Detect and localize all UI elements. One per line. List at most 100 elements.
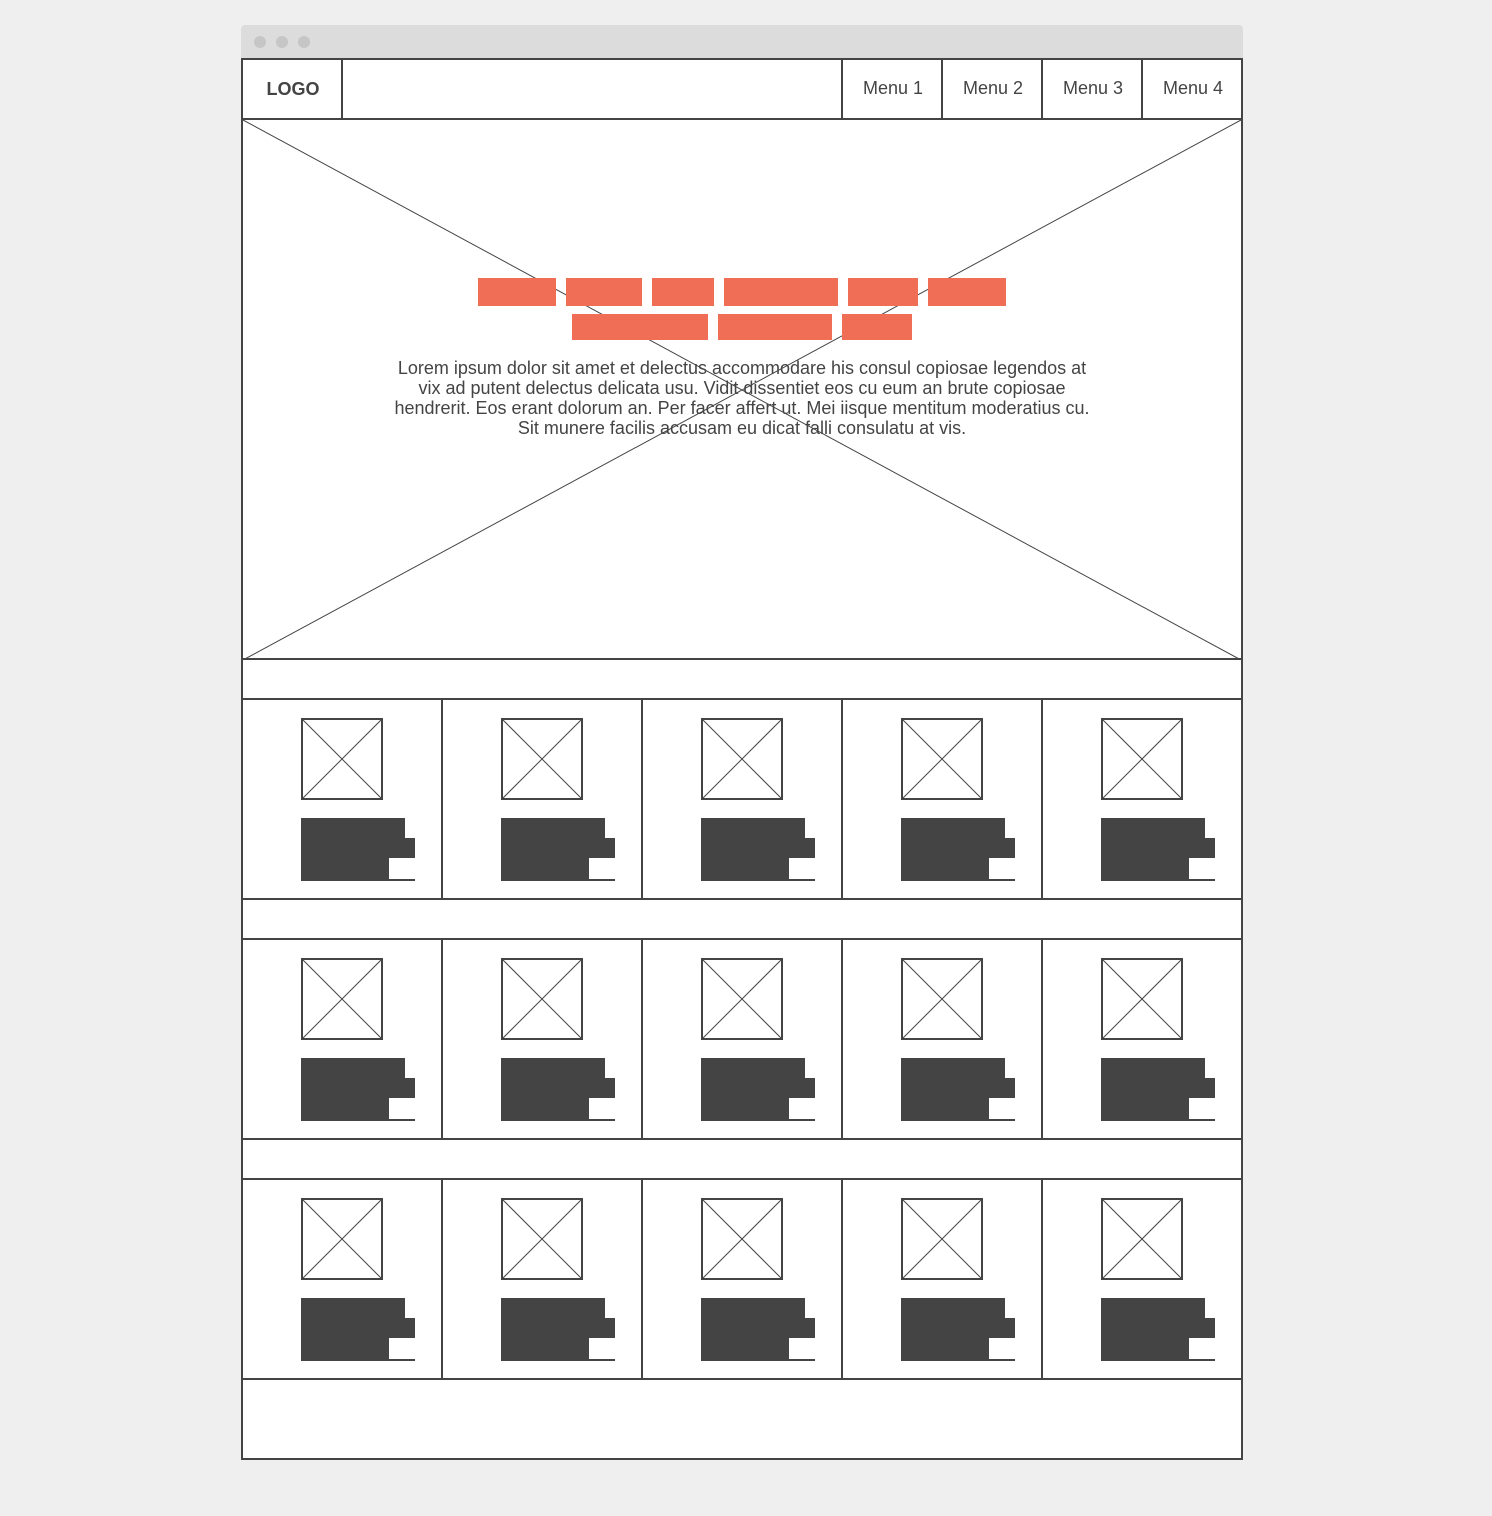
card-underline (701, 1359, 815, 1361)
grid-row-divider (243, 1378, 1241, 1380)
image-placeholder-icon (701, 1198, 783, 1280)
card-divider (441, 700, 443, 898)
product-card[interactable] (243, 940, 443, 1138)
card-text-placeholder (501, 1318, 615, 1338)
card-text-placeholder (701, 1058, 805, 1078)
image-placeholder-icon (301, 718, 383, 800)
card-text-placeholder (901, 1058, 1005, 1078)
card-underline (1101, 1359, 1215, 1361)
card-underline (501, 1359, 615, 1361)
card-text-placeholder (501, 1078, 615, 1098)
card-text-placeholder (501, 1338, 589, 1360)
card-text-placeholder (501, 1098, 589, 1120)
headline-word (718, 314, 832, 340)
card-text-placeholder (301, 1318, 415, 1338)
nav-menu-4[interactable]: Menu 4 (1143, 60, 1243, 118)
card-underline (301, 1359, 415, 1361)
card-divider (641, 700, 643, 898)
card-text-placeholder (1101, 858, 1189, 880)
nav-menu-2[interactable]: Menu 2 (943, 60, 1043, 118)
logo[interactable]: LOGO (243, 60, 343, 118)
product-card[interactable] (843, 940, 1043, 1138)
card-text-placeholder (301, 1098, 389, 1120)
card-text-placeholder (1101, 1078, 1215, 1098)
image-placeholder-icon (701, 718, 783, 800)
product-card[interactable] (643, 700, 843, 898)
card-underline (701, 879, 815, 881)
image-placeholder-icon (701, 958, 783, 1040)
image-placeholder-icon (501, 1198, 583, 1280)
product-card[interactable] (643, 1180, 843, 1378)
headline-word (848, 278, 918, 306)
window-minimize-dot[interactable] (276, 36, 288, 48)
card-divider (841, 940, 843, 1138)
card-underline (901, 1119, 1015, 1121)
card-text-placeholder (301, 838, 415, 858)
card-text-placeholder (1101, 1098, 1189, 1120)
card-text-placeholder (701, 858, 789, 880)
card-text-placeholder (901, 858, 989, 880)
card-text-placeholder (901, 1298, 1005, 1318)
card-text-placeholder (1101, 1298, 1205, 1318)
image-placeholder-icon (501, 718, 583, 800)
nav-menu-1[interactable]: Menu 1 (843, 60, 943, 118)
card-text-placeholder (701, 1338, 789, 1360)
card-text-placeholder (501, 838, 615, 858)
card-text-placeholder (901, 1318, 1015, 1338)
card-divider (841, 700, 843, 898)
product-card[interactable] (243, 700, 443, 898)
card-text-placeholder (301, 1338, 389, 1360)
divider (341, 60, 343, 118)
product-card[interactable] (1043, 700, 1243, 898)
window-close-dot[interactable] (254, 36, 266, 48)
wireframe-page: LOGO Menu 1 Menu 2 Menu 3 Menu 4 Lorem i… (241, 58, 1243, 1460)
card-text-placeholder (701, 1318, 815, 1338)
product-card[interactable] (1043, 940, 1243, 1138)
product-card[interactable] (843, 700, 1043, 898)
card-underline (301, 879, 415, 881)
product-card[interactable] (443, 940, 643, 1138)
hero-body-text: Lorem ipsum dolor sit amet et delectus a… (394, 358, 1090, 438)
card-underline (1101, 1119, 1215, 1121)
card-text-placeholder (901, 1098, 989, 1120)
card-text-placeholder (501, 1298, 605, 1318)
product-card[interactable] (443, 700, 643, 898)
card-text-placeholder (901, 1338, 989, 1360)
product-card[interactable] (443, 1180, 643, 1378)
product-card[interactable] (1043, 1180, 1243, 1378)
card-underline (1101, 879, 1215, 881)
product-card[interactable] (243, 1180, 443, 1378)
image-placeholder-icon (301, 1198, 383, 1280)
card-underline (501, 879, 615, 881)
browser-window: LOGO Menu 1 Menu 2 Menu 3 Menu 4 Lorem i… (241, 25, 1243, 1460)
window-titlebar (241, 25, 1243, 58)
card-text-placeholder (901, 1078, 1015, 1098)
product-card[interactable] (643, 940, 843, 1138)
card-divider (641, 940, 643, 1138)
image-placeholder-icon (1101, 958, 1183, 1040)
card-divider (641, 1180, 643, 1378)
card-text-placeholder (1101, 818, 1205, 838)
headline-word (478, 278, 556, 306)
card-divider (441, 940, 443, 1138)
card-text-placeholder (701, 818, 805, 838)
card-text-placeholder (1101, 1318, 1215, 1338)
headline-word (572, 314, 708, 340)
hero-headline-line-2 (243, 314, 1241, 340)
headline-word (652, 278, 714, 306)
card-text-placeholder (301, 858, 389, 880)
card-text-placeholder (701, 1098, 789, 1120)
image-placeholder-icon (1101, 718, 1183, 800)
image-placeholder-icon (501, 958, 583, 1040)
grid-row-divider (243, 898, 1241, 900)
window-maximize-dot[interactable] (298, 36, 310, 48)
product-card[interactable] (843, 1180, 1043, 1378)
card-underline (501, 1119, 615, 1121)
card-text-placeholder (301, 1058, 405, 1078)
card-underline (901, 879, 1015, 881)
headline-word (724, 278, 838, 306)
card-text-placeholder (1101, 838, 1215, 858)
nav-menu-3[interactable]: Menu 3 (1043, 60, 1143, 118)
card-underline (701, 1119, 815, 1121)
card-divider (1041, 700, 1043, 898)
